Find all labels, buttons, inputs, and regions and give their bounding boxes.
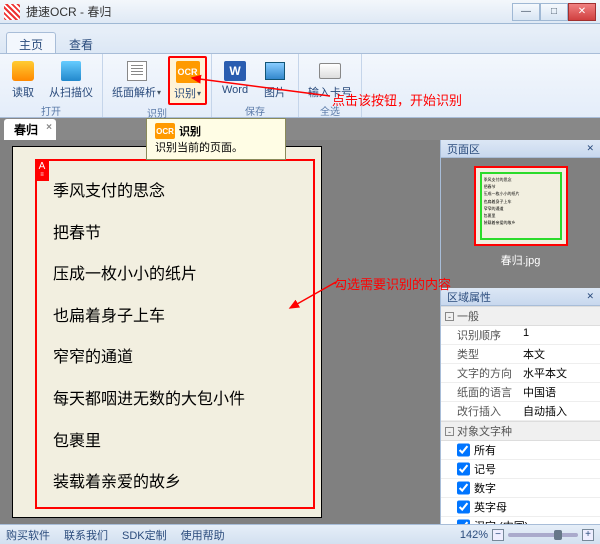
status-link[interactable]: SDK定制 bbox=[122, 527, 167, 543]
checkbox-all[interactable] bbox=[457, 442, 470, 458]
ocr-icon: OCR bbox=[155, 123, 175, 139]
thumbnail-label: 春归.jpg bbox=[501, 252, 541, 268]
zoom-slider[interactable] bbox=[508, 533, 578, 537]
page-parse-icon bbox=[127, 61, 147, 81]
checkbox-symbol[interactable] bbox=[457, 461, 470, 477]
page-image: A≡ 季风支付的思念 把春节 压成一枚小小的纸片 也扁着身子上车 窄窄的通道 每… bbox=[12, 146, 322, 518]
close-button[interactable]: ✕ bbox=[568, 3, 596, 21]
right-panels: 页面区 ✕ 季风支付的思念把春节压成一枚小小的纸片也扁着身子上车窄窄的通道包裹里… bbox=[440, 140, 600, 524]
prop-row[interactable]: 文字的方向水平本文 bbox=[441, 364, 600, 383]
prop-row[interactable]: 纸面的语言中国语 bbox=[441, 383, 600, 402]
page-text: 季风支付的思念 把春节 压成一枚小小的纸片 也扁着身子上车 窄窄的通道 每天都咽… bbox=[53, 171, 301, 504]
window-title: 捷速OCR - 春归 bbox=[26, 3, 512, 20]
ribbon: 读取 从扫描仪 打开 纸面解析▾ OCR 识别▾ 识别 W Word bbox=[0, 54, 600, 118]
prop-row[interactable]: 识别顺序1 bbox=[441, 326, 600, 345]
pages-panel-header: 页面区 ✕ bbox=[441, 140, 600, 158]
prop-row[interactable]: 英字母 bbox=[441, 498, 600, 517]
checkbox-alpha[interactable] bbox=[457, 499, 470, 515]
group-all: 输入卡号 全选 bbox=[299, 54, 362, 117]
scanner-icon bbox=[61, 61, 81, 81]
tab-view[interactable]: 查看 bbox=[56, 32, 106, 53]
recognize-button[interactable]: OCR 识别▾ bbox=[168, 56, 207, 105]
ocr-icon: OCR bbox=[176, 61, 200, 83]
recognize-tooltip: OCR识别 识别当前的页面。 bbox=[146, 118, 286, 160]
collapse-icon[interactable]: - bbox=[445, 427, 454, 436]
checkbox-number[interactable] bbox=[457, 480, 470, 496]
checkbox-hanzi[interactable] bbox=[457, 518, 470, 524]
quick-access-row bbox=[0, 24, 600, 32]
card-icon bbox=[319, 63, 341, 79]
status-link[interactable]: 联系我们 bbox=[64, 527, 108, 543]
page-thumbnail[interactable]: 季风支付的思念把春节压成一枚小小的纸片也扁着身子上车窄窄的通道包裹里装载着亲爱的… bbox=[474, 166, 568, 246]
group-ocr: 纸面解析▾ OCR 识别▾ 识别 bbox=[103, 54, 212, 117]
close-panel-icon[interactable]: ✕ bbox=[586, 291, 594, 302]
status-bar: 购买软件 联系我们 SDK定制 使用帮助 142% − + bbox=[0, 524, 600, 544]
props-panel-header: 区域属性 ✕ bbox=[441, 288, 600, 306]
title-bar: 捷速OCR - 春归 — □ ✕ bbox=[0, 0, 600, 24]
document-tabs: 春归 × bbox=[0, 118, 600, 140]
read-button[interactable]: 读取 bbox=[4, 56, 42, 103]
prop-row[interactable]: 记号 bbox=[441, 460, 600, 479]
prop-row[interactable]: 类型本文 bbox=[441, 345, 600, 364]
close-panel-icon[interactable]: ✕ bbox=[586, 143, 594, 154]
zoom-label[interactable]: 142% bbox=[460, 529, 488, 541]
props-panel: -一般 识别顺序1 类型本文 文字的方向水平本文 纸面的语言中国语 改行插入自动… bbox=[441, 306, 600, 524]
ribbon-tabs: 主页 查看 bbox=[0, 32, 600, 54]
input-card-button[interactable]: 输入卡号 bbox=[303, 56, 357, 103]
prop-row[interactable]: 改行插入自动插入 bbox=[441, 402, 600, 421]
prop-group-general[interactable]: -一般 bbox=[441, 306, 600, 326]
zoom-control: 142% − + bbox=[460, 529, 594, 541]
parse-button[interactable]: 纸面解析▾ bbox=[107, 56, 166, 105]
minimize-button[interactable]: — bbox=[512, 3, 540, 21]
status-link[interactable]: 购买软件 bbox=[6, 527, 50, 543]
group-save: W Word 图片 保存 bbox=[212, 54, 299, 117]
zoom-out-button[interactable]: − bbox=[492, 529, 504, 541]
selection-tag: A≡ bbox=[35, 159, 49, 181]
prop-row[interactable]: 数字 bbox=[441, 479, 600, 498]
pages-panel: 季风支付的思念把春节压成一枚小小的纸片也扁着身子上车窄窄的通道包裹里装载着亲爱的… bbox=[441, 158, 600, 288]
image-icon bbox=[265, 62, 285, 80]
save-word-button[interactable]: W Word bbox=[216, 56, 254, 103]
close-tab-icon[interactable]: × bbox=[46, 122, 52, 133]
word-icon: W bbox=[224, 61, 246, 81]
status-link[interactable]: 使用帮助 bbox=[181, 527, 225, 543]
workspace: A≡ 季风支付的思念 把春节 压成一枚小小的纸片 也扁着身子上车 窄窄的通道 每… bbox=[0, 140, 600, 524]
canvas-area[interactable]: A≡ 季风支付的思念 把春节 压成一枚小小的纸片 也扁着身子上车 窄窄的通道 每… bbox=[0, 140, 440, 524]
zoom-slider-thumb[interactable] bbox=[554, 530, 562, 540]
group-open: 读取 从扫描仪 打开 bbox=[0, 54, 103, 117]
chevron-down-icon: ▾ bbox=[197, 89, 201, 98]
save-image-button[interactable]: 图片 bbox=[256, 56, 294, 103]
folder-icon bbox=[12, 61, 34, 81]
document-tab[interactable]: 春归 × bbox=[4, 119, 56, 140]
tab-home[interactable]: 主页 bbox=[6, 32, 56, 53]
prop-row[interactable]: 汉字 (中国) bbox=[441, 517, 600, 524]
chevron-down-icon: ▾ bbox=[157, 88, 161, 97]
prop-group-font[interactable]: -对象文字种 bbox=[441, 421, 600, 441]
maximize-button[interactable]: □ bbox=[540, 3, 568, 21]
app-icon bbox=[4, 4, 20, 20]
collapse-icon[interactable]: - bbox=[445, 312, 454, 321]
prop-row[interactable]: 所有 bbox=[441, 441, 600, 460]
zoom-in-button[interactable]: + bbox=[582, 529, 594, 541]
scanner-button[interactable]: 从扫描仪 bbox=[44, 56, 98, 103]
